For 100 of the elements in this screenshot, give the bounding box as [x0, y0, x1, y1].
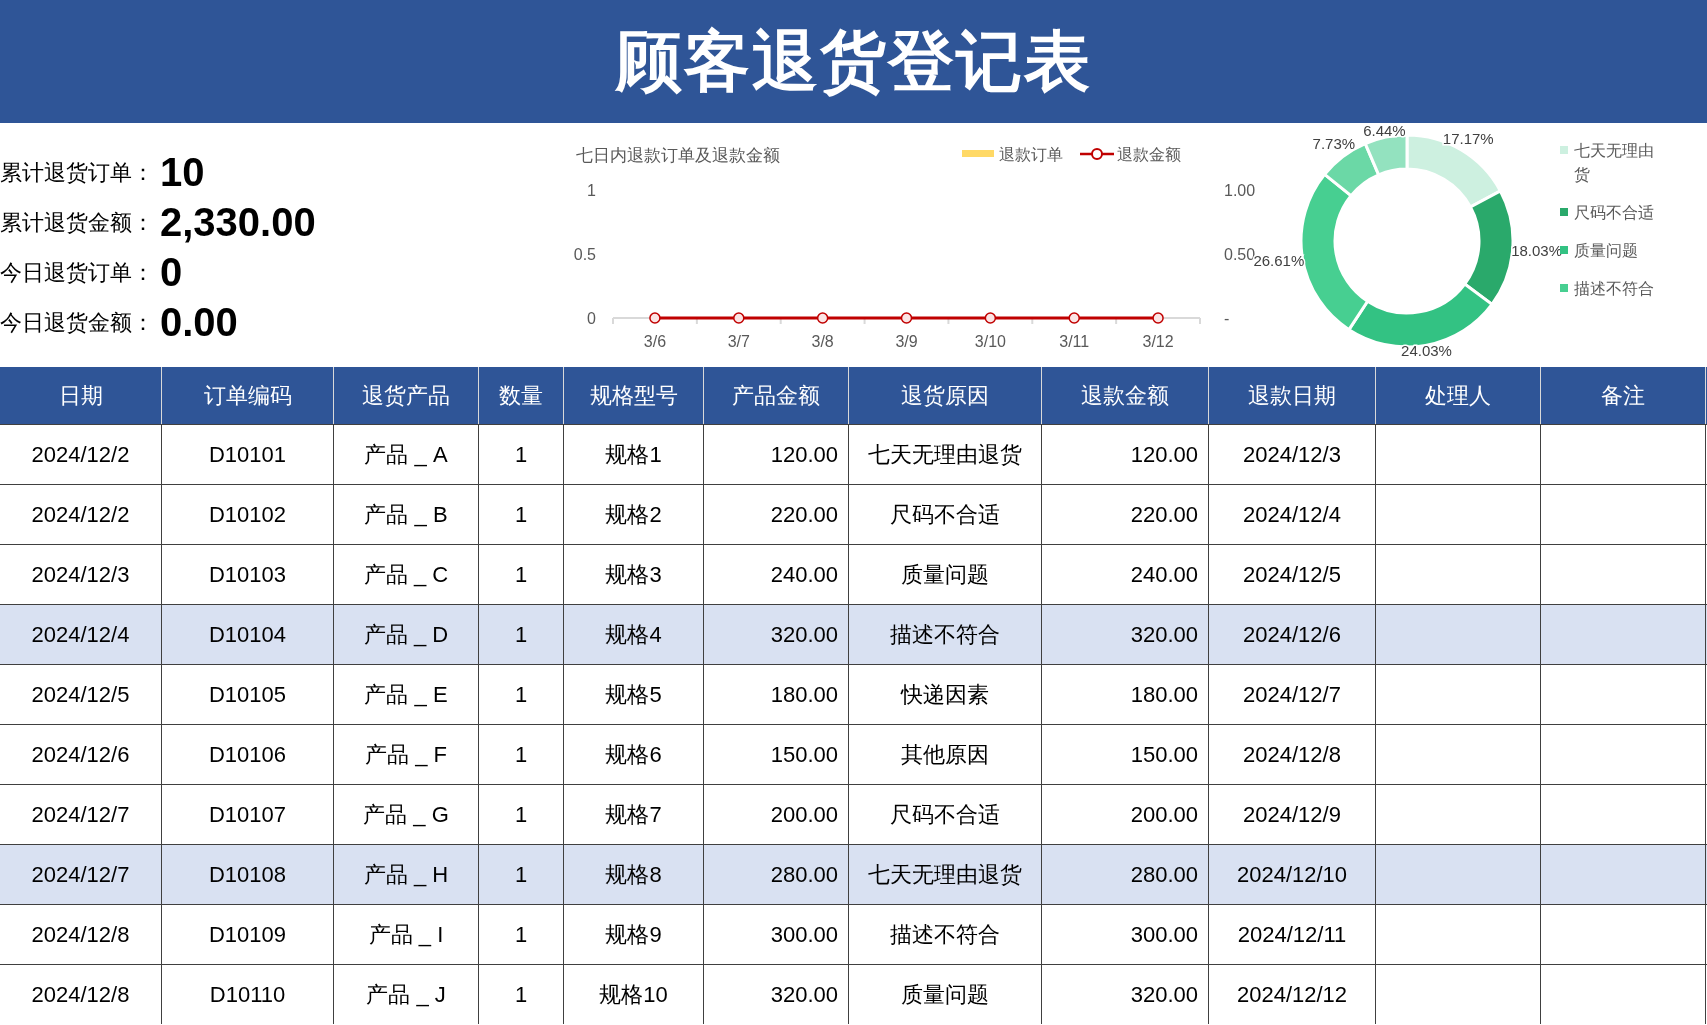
- table-cell-text: 2024/12/4: [31, 621, 130, 649]
- table-row[interactable]: 2024/12/8 D10109 产品 _ I 1 规格9 300.00 描述不符合 300.00 2024/12/11: [0, 904, 1707, 964]
- table-cell-text: 200.00: [770, 801, 838, 829]
- table-cell-text: D10104: [208, 621, 287, 649]
- table-cell-text: 产品 _ E: [364, 681, 448, 709]
- table-cell-text: 2024/12/8: [31, 921, 130, 949]
- summary-label: 今日退货金额：: [0, 308, 154, 337]
- table-cell-text: 1: [514, 621, 528, 649]
- table-row[interactable]: 2024/12/2 D10102 产品 _ B 1 规格2 220.00 尺码不合适 220.00 2024/12/4: [0, 484, 1707, 544]
- page-title: 顾客退货登记表: [615, 23, 1092, 100]
- table-cell-text: 2024/12/9: [1243, 801, 1341, 829]
- table-cell-text: 质量问题: [901, 561, 989, 589]
- table-cell-text: 七天无理由退货: [868, 441, 1022, 469]
- table-cell-text: 300.00: [770, 921, 838, 949]
- axis-tick-label: 1: [587, 182, 596, 199]
- table-cell-text: 240.00: [770, 561, 838, 589]
- table-cell-text: 描述不符合: [890, 921, 1000, 949]
- table-row[interactable]: 2024/12/3 D10103 产品 _ C 1 规格3 240.00 质量问题 240.00 2024/12/5: [0, 544, 1707, 604]
- table-cell-text: 2024/12/6: [31, 741, 130, 769]
- table-cell-text: 2024/12/8: [31, 981, 130, 1009]
- table-cell-text: 规格8: [605, 861, 662, 889]
- table-cell-text: 320.00: [770, 621, 838, 649]
- data-label: 17.17%: [1442, 129, 1494, 147]
- table-cell-text: 规格1: [605, 441, 662, 469]
- table-cell-text: 2024/12/5: [1243, 561, 1341, 589]
- table-cell-text: 规格6: [605, 741, 662, 769]
- table-row[interactable]: 2024/12/8 D10110 产品 _ J 1 规格10 320.00 质量问题 320.00 2024/12/12: [0, 964, 1707, 1024]
- legend-label: 退款金额: [1117, 146, 1181, 163]
- table-cell-text: 2024/12/2: [31, 441, 130, 469]
- table-cell-text: D10107: [208, 801, 287, 829]
- summary-label: 累计退货金额：: [0, 208, 154, 237]
- axis-tick-label: 1.00: [1224, 182, 1256, 199]
- table-row[interactable]: 2024/12/7 D10107 产品 _ G 1 规格7 200.00 尺码不合适 200.00 2024/12/9: [0, 784, 1707, 844]
- table-cell-text: 产品 _ F: [365, 741, 447, 769]
- table-cell-text: 180.00: [770, 681, 838, 709]
- table-cell-text: 产品 _ I: [368, 921, 444, 949]
- table-cell-text: 2024/12/4: [1243, 501, 1341, 529]
- table-cell-text: 120.00: [770, 441, 838, 469]
- legend-label: 尺码不合适: [1574, 203, 1654, 223]
- table-cell-text: 2024/12/6: [1243, 621, 1341, 649]
- table-cell-text: 七天无理由退货: [868, 861, 1022, 889]
- table-cell-text: 2024/12/10: [1236, 861, 1348, 889]
- table-cell-text: 240.00: [1130, 561, 1198, 589]
- data-label: 7.73%: [1312, 135, 1356, 153]
- table-row[interactable]: 2024/12/5 D10105 产品 _ E 1 规格5 180.00 快递因素 180.00 2024/12/7: [0, 664, 1707, 724]
- table-cell-text: 2024/12/3: [31, 561, 130, 589]
- axis-tick-label: 3/8: [811, 333, 834, 350]
- table-cell-text: 规格5: [605, 681, 662, 709]
- table-cell-text: D10103: [208, 561, 287, 589]
- axis-tick-label: -: [1224, 310, 1230, 327]
- table-cell-text: 220.00: [770, 501, 838, 529]
- table-cell-text: 产品 _ B: [364, 501, 448, 529]
- table-cell-text: 规格9: [605, 921, 662, 949]
- table-cell-text: 规格7: [605, 801, 662, 829]
- table-cell-text: 2024/12/8: [1243, 741, 1341, 769]
- table-cell-text: 2024/12/3: [1243, 441, 1341, 469]
- data-label: 18.03%: [1511, 241, 1562, 259]
- table-cell-text: D10106: [208, 741, 287, 769]
- axis-tick-label: 3/9: [895, 333, 918, 350]
- table-cell-text: 1: [514, 441, 528, 469]
- table-cell-text: 2024/12/11: [1237, 921, 1347, 949]
- summary-value: 10: [160, 149, 205, 196]
- table-cell-text: 1: [514, 921, 528, 949]
- table-cell-text: D10110: [209, 981, 286, 1009]
- legend-label: 货: [1574, 165, 1591, 185]
- axis-tick-label: 3/7: [727, 333, 750, 350]
- table-cell-text: D10102: [208, 501, 287, 529]
- table-cell-text: 2024/12/12: [1236, 981, 1348, 1009]
- table-cell-text: 尺码不合适: [890, 801, 1000, 829]
- chart-title: 七日内退款订单及退款金额: [576, 146, 780, 165]
- table-row[interactable]: 2024/12/4 D10104 产品 _ D 1 规格4 320.00 描述不符合 320.00 2024/12/6: [0, 604, 1707, 664]
- table-cell-text: 320.00: [770, 981, 838, 1009]
- table-cell-text: 280.00: [770, 861, 838, 889]
- axis-tick-label: 0.50: [1224, 246, 1256, 263]
- table-cell-text: 180.00: [1130, 681, 1198, 709]
- table-cell-text: 300.00: [1130, 921, 1198, 949]
- summary-value: 0.00: [160, 299, 238, 346]
- table-cell-text: D10108: [208, 861, 287, 889]
- table-cell-text: 220.00: [1130, 501, 1198, 529]
- table-cell-text: 1: [514, 681, 528, 709]
- table-cell-text: 快递因素: [901, 681, 989, 709]
- table-cell-text: 产品 _ D: [363, 621, 449, 649]
- table-cell-text: 150.00: [1130, 741, 1198, 769]
- table-cell-text: 2024/12/2: [31, 501, 130, 529]
- table-cell-text: 1: [514, 801, 528, 829]
- table-cell-text: 1: [514, 981, 528, 1009]
- legend-label: 退款订单: [999, 146, 1063, 163]
- table-row[interactable]: 2024/12/6 D10106 产品 _ F 1 规格6 150.00 其他原因 150.00 2024/12/8: [0, 724, 1707, 784]
- summary-value: 2,330.00: [160, 199, 316, 246]
- table-row[interactable]: 2024/12/2 D10101 产品 _ A 1 规格1 120.00 七天无理由退货 120.00 2024/12/3: [0, 424, 1707, 484]
- axis-tick-label: 3/11: [1059, 333, 1090, 350]
- axis-tick-label: 3/10: [974, 333, 1006, 350]
- axis-tick-label: 0: [587, 310, 596, 327]
- table-row[interactable]: 2024/12/7 D10108 产品 _ H 1 规格8 280.00 七天无理由退货 280.00 2024/12/10: [0, 844, 1707, 904]
- table-cell-text: D10109: [208, 921, 287, 949]
- table-cell-text: 150.00: [770, 741, 838, 769]
- table-cell-text: 1: [514, 561, 528, 589]
- legend-label: 七天无理由: [1574, 141, 1654, 161]
- table-cell-text: 280.00: [1130, 861, 1198, 889]
- table-cell-text: 质量问题: [901, 981, 989, 1009]
